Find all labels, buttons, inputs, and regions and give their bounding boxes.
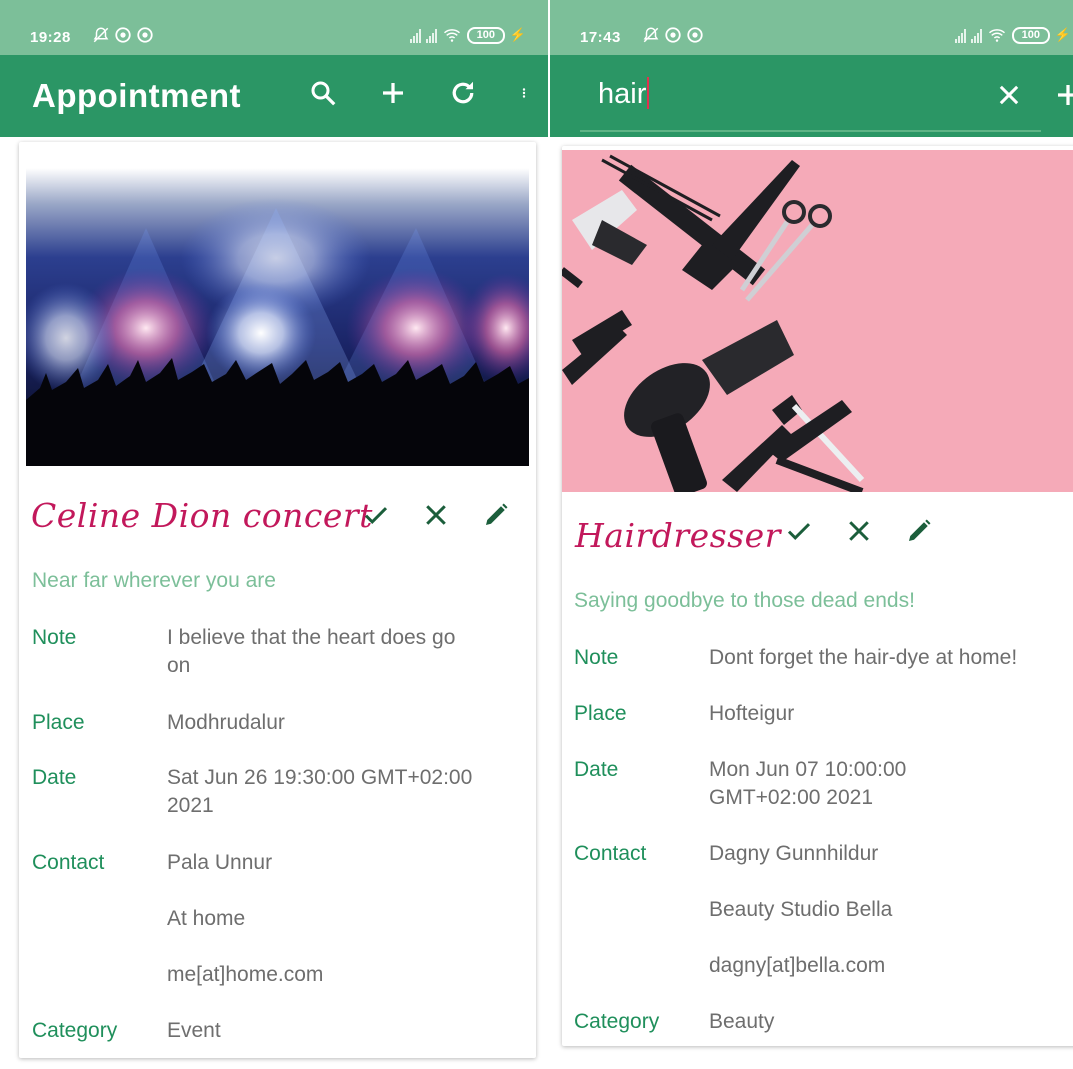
page-title: Appointment: [32, 77, 241, 114]
note-label: Note: [574, 646, 619, 669]
contact-company: At home: [167, 907, 246, 930]
search-query: hair: [598, 78, 647, 110]
status-bar: 17:43 100 ⚡: [550, 0, 1073, 55]
place-value: Hofteigur: [709, 702, 795, 725]
contact-row: Contact Dagny Gunnhildur Beauty Studio B…: [574, 840, 1073, 990]
signal-icon: [409, 27, 421, 43]
date-label: Date: [574, 758, 619, 781]
category-value: Beauty: [709, 1010, 775, 1033]
status-system-icons: 100 ⚡: [409, 26, 526, 44]
appointment-card[interactable]: Hairdresser Saying goodbye to those dead…: [562, 146, 1073, 1046]
refresh-icon[interactable]: [448, 77, 478, 109]
status-bar: 19:28 100 ⚡: [0, 0, 548, 55]
contact-email[interactable]: me[at]home.com: [167, 961, 323, 989]
more-vert-icon[interactable]: [518, 77, 530, 109]
status-time: 17:43: [580, 29, 621, 46]
date-value-line2: 2021: [167, 794, 214, 817]
add-icon[interactable]: [1053, 79, 1073, 111]
status-notification-icons: [642, 26, 704, 44]
place-value: Modhrudalur: [167, 711, 285, 734]
note-row: Note Dont forget the hair-dye at home!: [574, 644, 1073, 674]
place-row: Place Modhrudalur: [32, 709, 527, 739]
place-label: Place: [32, 711, 85, 734]
left-screen: 19:28 100 ⚡ Appointment Celine Dion conc…: [0, 0, 548, 1069]
close-icon[interactable]: [995, 81, 1023, 109]
search-input[interactable]: hair: [598, 77, 650, 111]
charging-icon: ⚡: [1054, 27, 1071, 42]
appointment-card[interactable]: Celine Dion concert Near far wherever yo…: [19, 142, 536, 1058]
contact-name: Dagny Gunnhildur: [709, 842, 879, 865]
close-icon[interactable]: [844, 516, 874, 546]
app-notification-icon: [115, 27, 131, 43]
wifi-icon: [443, 29, 460, 42]
card-actions: [361, 500, 511, 530]
category-row: Category Event: [32, 1017, 527, 1047]
date-value-line2: GMT+02:00 2021: [709, 786, 874, 809]
card-title: Hairdresser: [575, 516, 781, 555]
search-underline: [580, 130, 1041, 132]
check-icon[interactable]: [784, 516, 814, 546]
contact-name: Pala Unnur: [167, 851, 273, 874]
wifi-icon: [988, 29, 1005, 42]
search-bar: hair: [550, 55, 1073, 137]
battery-icon: 100: [466, 26, 505, 44]
signal-icon: [425, 27, 437, 43]
app-notification-icon: [665, 27, 681, 43]
contact-label: Contact: [574, 842, 647, 865]
category-label: Category: [32, 1019, 118, 1042]
card-actions: [784, 516, 934, 546]
date-value-line1: Mon Jun 07 10:00:00: [709, 758, 907, 781]
status-system-icons: 100 ⚡: [954, 26, 1071, 44]
contact-company: Beauty Studio Bella: [709, 898, 893, 921]
check-icon[interactable]: [361, 500, 391, 530]
close-icon[interactable]: [421, 500, 451, 530]
edit-icon[interactable]: [904, 516, 934, 546]
charging-icon: ⚡: [509, 27, 526, 42]
category-row: Category Beauty: [574, 1008, 1073, 1038]
app-bar-actions: [308, 77, 530, 109]
note-row: Note I believe that the heart does go on: [32, 624, 527, 684]
mute-icon: [643, 27, 659, 43]
status-notification-icons: [92, 26, 154, 44]
contact-email[interactable]: dagny[at]bella.com: [709, 952, 885, 980]
right-screen: 17:43 100 ⚡ hair Hairdresser Saying good…: [550, 0, 1073, 1069]
date-value-line1: Sat Jun 26 19:30:00 GMT+02:00: [167, 766, 473, 789]
app-bar: Appointment: [0, 55, 548, 137]
signal-icon: [954, 27, 966, 43]
note-label: Note: [32, 626, 77, 649]
card-subtitle: Near far wherever you are: [32, 569, 276, 592]
contact-row: Contact Pala Unnur At home me[at]home.co…: [32, 849, 527, 999]
note-value-line2: on: [167, 654, 191, 677]
date-label: Date: [32, 766, 77, 789]
card-title: Celine Dion concert: [31, 496, 373, 535]
add-icon[interactable]: [378, 77, 408, 109]
note-value-line1: I believe that the heart does go: [167, 626, 456, 649]
card-subtitle: Saying goodbye to those dead ends!: [574, 589, 915, 612]
app-notification-icon: [687, 27, 703, 43]
mute-icon: [93, 27, 109, 43]
hairdresser-tools-image: [562, 150, 1073, 492]
signal-icon: [970, 27, 982, 43]
concert-image: [26, 168, 529, 466]
battery-icon: 100: [1011, 26, 1050, 44]
note-value: Dont forget the hair-dye at home!: [709, 646, 1018, 669]
contact-label: Contact: [32, 851, 105, 874]
status-time: 19:28: [30, 29, 71, 46]
edit-icon[interactable]: [481, 500, 511, 530]
date-row: Date Mon Jun 07 10:00:00 GMT+02:00 2021: [574, 756, 1073, 816]
text-cursor: [647, 77, 650, 109]
date-row: Date Sat Jun 26 19:30:00 GMT+02:00 2021: [32, 764, 527, 824]
place-row: Place Hofteigur: [574, 700, 1073, 730]
category-label: Category: [574, 1010, 660, 1033]
category-value: Event: [167, 1019, 221, 1042]
place-label: Place: [574, 702, 627, 725]
search-icon[interactable]: [308, 77, 338, 109]
app-notification-icon: [137, 27, 153, 43]
